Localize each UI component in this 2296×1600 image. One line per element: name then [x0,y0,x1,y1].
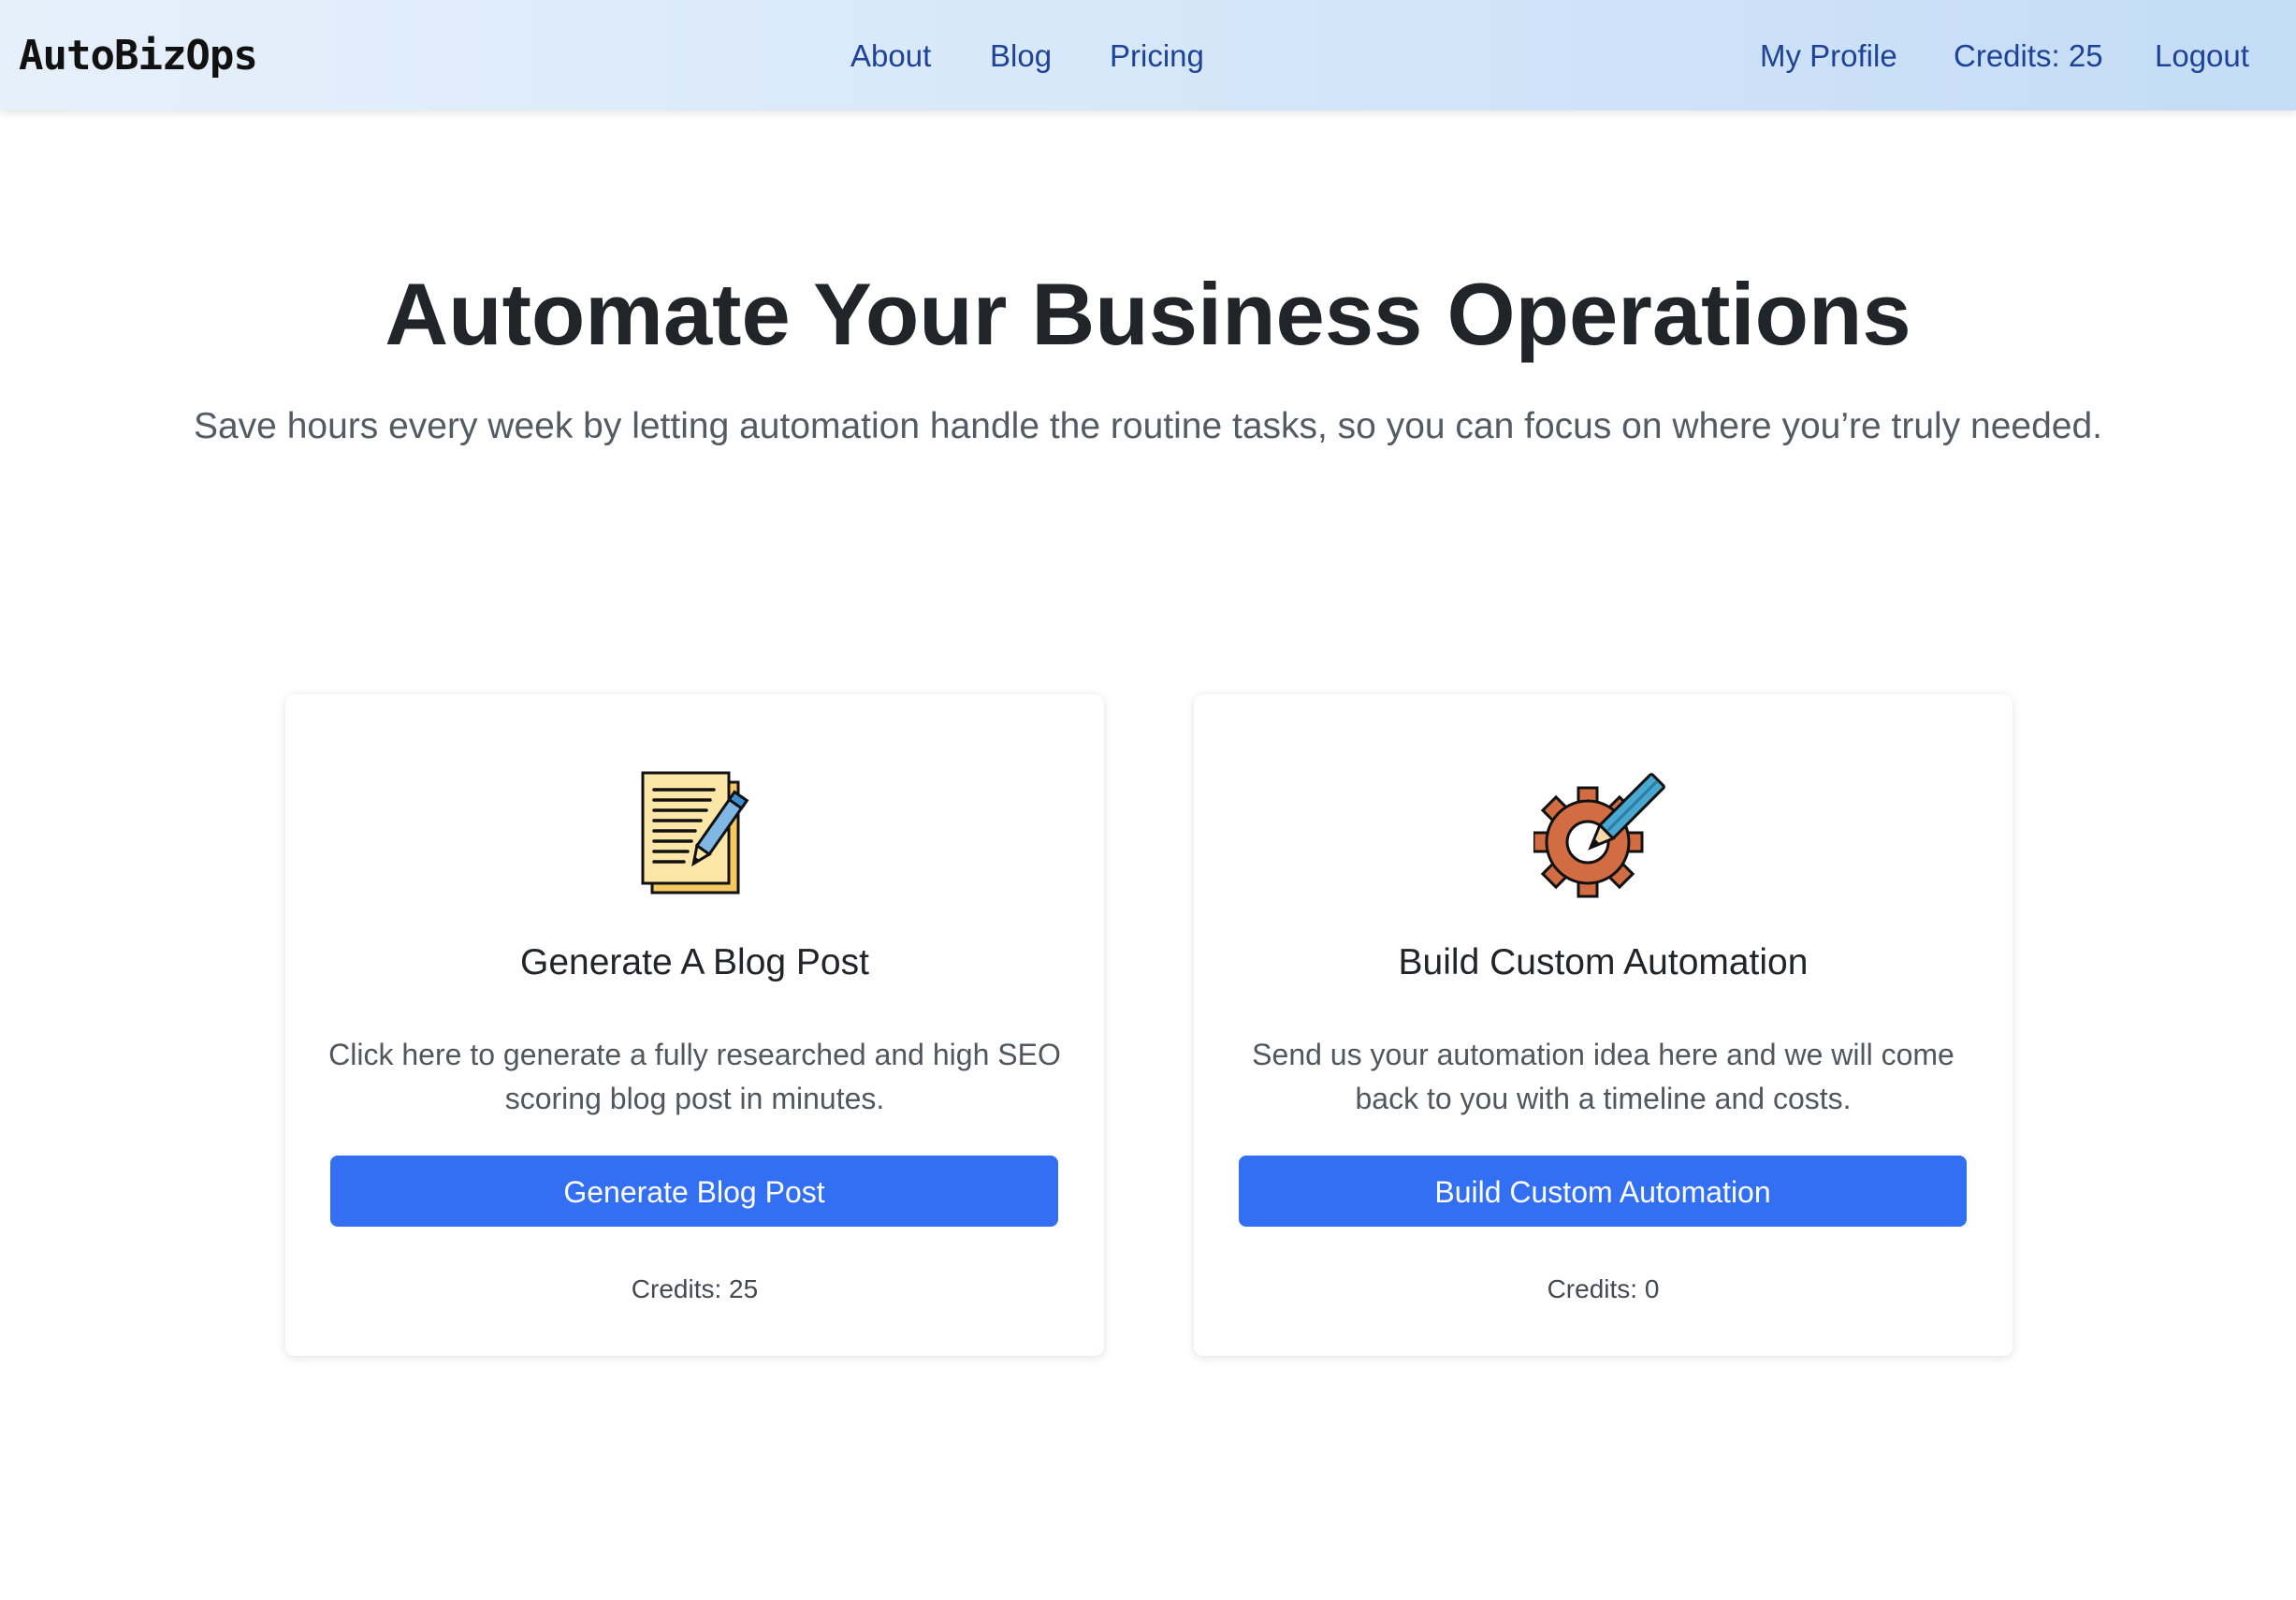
blog-post-card: Generate A Blog Post Click here to gener… [285,694,1104,1356]
document-pencil-icon [285,769,1104,900]
card-title: Generate A Blog Post [520,942,869,982]
card-description: Click here to generate a fully researche… [328,1038,1061,1115]
nav-link-logout[interactable]: Logout [2155,36,2249,77]
build-custom-automation-button[interactable]: Build Custom Automation [1239,1156,1967,1227]
card-title: Build Custom Automation [1398,942,1809,982]
generate-blog-post-button[interactable]: Generate Blog Post [330,1156,1058,1227]
nav-link-my-profile[interactable]: My Profile [1760,36,1897,77]
hero-title: Automate Your Business Operations [385,265,1911,363]
nav-link-blog[interactable]: Blog [990,36,1052,77]
card-credits: Credits: 0 [1547,1274,1660,1303]
top-navbar: AutoBizOps About Blog Pricing My Profile… [0,0,2296,110]
nav-link-pricing[interactable]: Pricing [1110,36,1204,77]
card-credits: Credits: 25 [631,1274,759,1303]
hero-subtitle: Save hours every week by letting automat… [193,406,2103,446]
nav-link-credits[interactable]: Credits: 25 [1954,36,2103,77]
card-description: Send us your automation idea here and we… [1252,1038,1955,1115]
custom-automation-card: Build Custom Automation Send us your aut… [1194,694,2013,1356]
nav-link-about[interactable]: About [850,36,931,77]
brand-logo[interactable]: AutoBizOps [19,30,258,82]
gear-pencil-icon [1194,769,2013,900]
